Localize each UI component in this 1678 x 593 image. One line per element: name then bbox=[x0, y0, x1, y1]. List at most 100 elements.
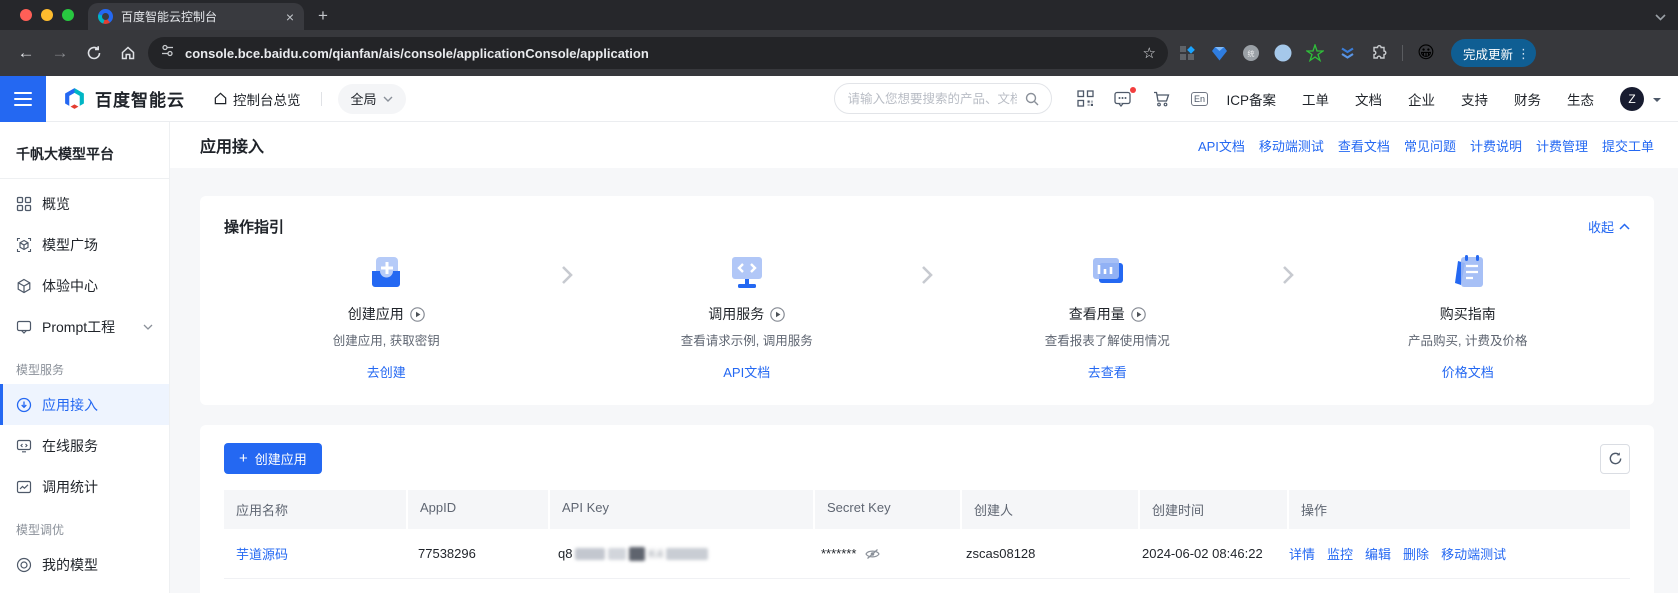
ext-squares-icon[interactable] bbox=[1174, 40, 1200, 66]
qr-code-icon[interactable] bbox=[1074, 88, 1096, 110]
refresh-button[interactable] bbox=[1600, 444, 1630, 474]
view-usage-icon bbox=[1085, 251, 1129, 295]
link-view-docs[interactable]: 查看文档 bbox=[1338, 136, 1390, 155]
chevron-right-icon bbox=[549, 265, 585, 285]
url-text[interactable]: console.bce.baidu.com/qianfan/ais/consol… bbox=[185, 46, 1133, 61]
create-app-icon bbox=[364, 251, 408, 295]
baidu-cloud-logo[interactable]: 百度智能云 bbox=[62, 86, 185, 111]
ext-grey-circle-icon[interactable]: 统 bbox=[1238, 40, 1264, 66]
app-id-value: 77538296 bbox=[406, 531, 546, 576]
step-name: 查看用量 bbox=[1069, 304, 1125, 324]
secret-key-mask: ******* bbox=[821, 546, 856, 561]
extensions-puzzle-icon[interactable] bbox=[1366, 40, 1392, 66]
link-submit-ticket[interactable]: 提交工单 bbox=[1602, 136, 1654, 155]
app-access-icon bbox=[16, 397, 32, 413]
hamburger-menu-button[interactable] bbox=[0, 76, 46, 122]
logo-text: 百度智能云 bbox=[95, 86, 185, 111]
message-icon[interactable] bbox=[1112, 88, 1134, 110]
nav-docs[interactable]: 文档 bbox=[1355, 89, 1382, 109]
sidebar-item-label: 体验中心 bbox=[42, 276, 153, 296]
zoom-window-button[interactable] bbox=[62, 9, 74, 21]
step-link-api-docs[interactable]: API文档 bbox=[723, 362, 770, 381]
play-video-icon[interactable] bbox=[1131, 307, 1146, 322]
close-window-button[interactable] bbox=[20, 9, 32, 21]
collapse-button[interactable]: 收起 bbox=[1588, 217, 1630, 236]
forward-icon[interactable]: → bbox=[46, 39, 74, 67]
action-edit[interactable]: 编辑 bbox=[1365, 544, 1391, 563]
link-billing-info[interactable]: 计费说明 bbox=[1470, 136, 1522, 155]
sidebar-item-online-services[interactable]: 在线服务 bbox=[0, 425, 169, 466]
link-faq[interactable]: 常见问题 bbox=[1404, 136, 1456, 155]
app-name-link[interactable]: 芋道源码 bbox=[236, 544, 288, 563]
address-bar[interactable]: console.bce.baidu.com/qianfan/ais/consol… bbox=[148, 37, 1168, 69]
play-video-icon[interactable] bbox=[410, 307, 425, 322]
sidebar-item-overview[interactable]: 概览 bbox=[0, 183, 169, 224]
sidebar-item-label: 应用接入 bbox=[42, 395, 153, 415]
scope-dropdown[interactable]: 全局 bbox=[338, 84, 406, 114]
update-chip-button[interactable]: 完成更新 ⋮ bbox=[1451, 39, 1536, 67]
close-tab-icon[interactable]: × bbox=[286, 10, 294, 24]
user-avatar[interactable]: Z bbox=[1620, 87, 1644, 111]
baidu-cloud-logo-icon bbox=[62, 86, 87, 111]
nav-tickets[interactable]: 工单 bbox=[1302, 89, 1329, 109]
play-video-icon[interactable] bbox=[770, 307, 785, 322]
create-app-button[interactable]: + 创建应用 bbox=[224, 443, 322, 474]
sidebar-item-my-models[interactable]: 我的模型 bbox=[0, 544, 169, 585]
ext-chevrons-icon[interactable] bbox=[1334, 40, 1360, 66]
bookmark-star-icon[interactable]: ☆ bbox=[1143, 44, 1156, 62]
link-billing-manage[interactable]: 计费管理 bbox=[1536, 136, 1588, 155]
action-mobile-test[interactable]: 移动端测试 bbox=[1441, 544, 1506, 563]
action-monitor[interactable]: 监控 bbox=[1327, 544, 1353, 563]
console-overview-link[interactable]: 控制台总览 bbox=[213, 89, 301, 109]
action-delete[interactable]: 删除 bbox=[1403, 544, 1429, 563]
sidebar-item-label: 调用统计 bbox=[42, 477, 153, 497]
page-header: 应用接入 API文档 移动端测试 查看文档 常见问题 计费说明 计费管理 提交工… bbox=[170, 122, 1678, 168]
nav-ecosystem[interactable]: 生态 bbox=[1567, 89, 1594, 109]
sidebar-item-model-square[interactable]: 模型广场 bbox=[0, 224, 169, 265]
creator-value: zscas08128 bbox=[954, 531, 1130, 576]
sidebar-item-prompt-engineering[interactable]: Prompt工程 bbox=[0, 306, 169, 347]
col-app-name: 应用名称 bbox=[224, 490, 406, 529]
reload-icon[interactable] bbox=[80, 39, 108, 67]
minimize-window-button[interactable] bbox=[41, 9, 53, 21]
tab-search-icon[interactable] bbox=[1655, 8, 1666, 26]
new-tab-button[interactable]: + bbox=[318, 6, 328, 26]
step-link-view-usage[interactable]: 去查看 bbox=[1088, 362, 1127, 381]
nav-icp[interactable]: ICP备案 bbox=[1226, 89, 1276, 109]
action-details[interactable]: 详情 bbox=[1289, 544, 1315, 563]
language-icon[interactable]: En bbox=[1188, 88, 1210, 110]
eye-off-icon[interactable] bbox=[865, 548, 880, 560]
nav-support[interactable]: 支持 bbox=[1461, 89, 1488, 109]
ext-gem-icon[interactable] bbox=[1206, 40, 1232, 66]
account-chevron-down-icon[interactable] bbox=[1652, 90, 1662, 108]
site-settings-icon[interactable] bbox=[160, 43, 175, 63]
back-icon[interactable]: ← bbox=[12, 39, 40, 67]
main-area: 应用接入 API文档 移动端测试 查看文档 常见问题 计费说明 计费管理 提交工… bbox=[170, 122, 1678, 593]
profile-avatar[interactable]: 😀 bbox=[1413, 40, 1439, 66]
target-icon bbox=[16, 557, 32, 573]
nav-enterprise[interactable]: 企业 bbox=[1408, 89, 1435, 109]
nav-finance[interactable]: 财务 bbox=[1514, 89, 1541, 109]
step-desc: 创建应用, 获取密钥 bbox=[333, 330, 440, 349]
sidebar-item-label: 模型广场 bbox=[42, 235, 153, 255]
search-input[interactable] bbox=[847, 92, 1017, 106]
api-key-prefix: q8 bbox=[558, 546, 572, 561]
cart-icon[interactable] bbox=[1150, 88, 1172, 110]
ext-blue-circle-icon[interactable] bbox=[1270, 40, 1296, 66]
ext-green-star-icon[interactable] bbox=[1302, 40, 1328, 66]
browser-menu-icon[interactable]: ⋮ bbox=[1517, 47, 1530, 60]
guide-steps: 创建应用 创建应用, 获取密钥 去创建 bbox=[224, 251, 1630, 381]
sidebar-item-call-statistics[interactable]: 调用统计 bbox=[0, 466, 169, 507]
step-link-create[interactable]: 去创建 bbox=[367, 362, 406, 381]
home-icon[interactable] bbox=[114, 39, 142, 67]
sidebar-section-model-services: 模型服务 bbox=[0, 347, 169, 384]
link-mobile-test[interactable]: 移动端测试 bbox=[1259, 136, 1324, 155]
sidebar-item-experience-center[interactable]: 体验中心 bbox=[0, 265, 169, 306]
browser-tab[interactable]: 百度智能云控制台 × bbox=[88, 3, 304, 30]
global-search[interactable] bbox=[834, 83, 1052, 114]
sidebar-item-application-access[interactable]: 应用接入 bbox=[0, 384, 169, 425]
collapse-label: 收起 bbox=[1588, 217, 1614, 236]
search-icon[interactable] bbox=[1025, 92, 1039, 106]
step-link-price-docs[interactable]: 价格文档 bbox=[1442, 362, 1494, 381]
link-api-docs[interactable]: API文档 bbox=[1198, 136, 1245, 155]
